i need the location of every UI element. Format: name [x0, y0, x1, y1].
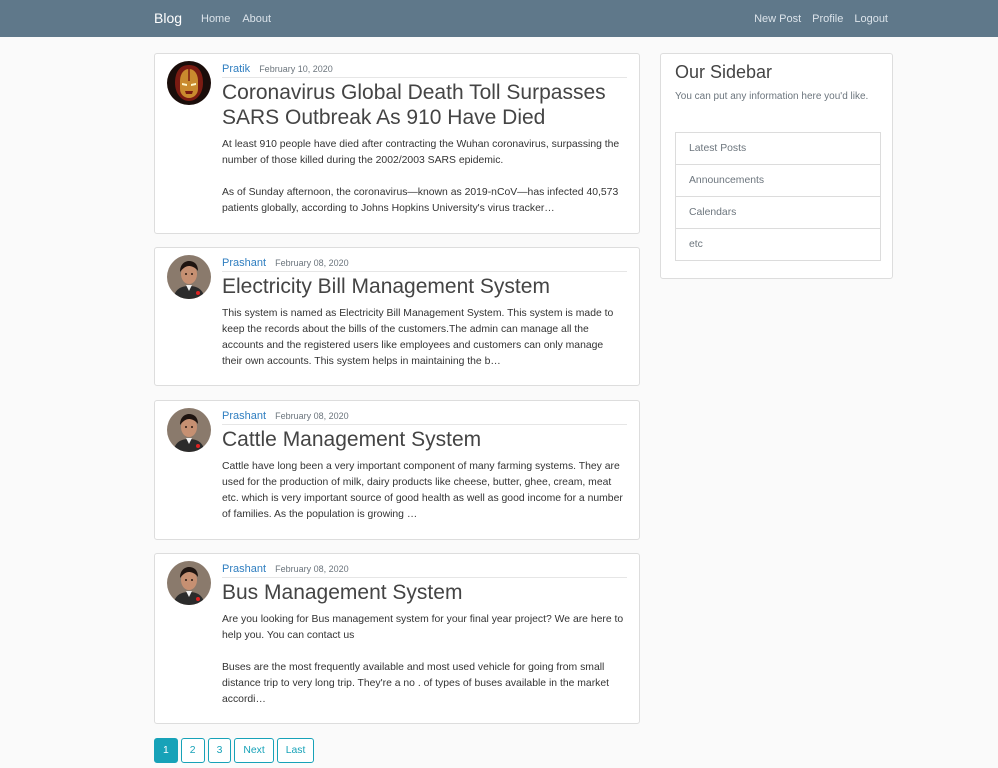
nav-new-post-link[interactable]: New Post: [754, 13, 801, 25]
user-avatar: [167, 561, 211, 605]
next-page-button[interactable]: Next: [234, 738, 274, 763]
post-title-link[interactable]: Cattle Management System: [222, 427, 627, 452]
sidebar: Our Sidebar You can put any information …: [660, 53, 893, 279]
sidebar-list: Latest Posts Announcements Calendars etc: [675, 132, 881, 261]
post-card: Prashant February 08, 2020 Bus Managemen…: [154, 553, 640, 724]
post-content: At least 910 people have died after cont…: [222, 137, 625, 217]
post-author-link[interactable]: Prashant: [222, 563, 266, 575]
navbar: Blog Home About New Post Profile Logout: [0, 0, 998, 37]
post-card: Prashant February 08, 2020 Electricity B…: [154, 247, 640, 386]
sidebar-item-latest-posts[interactable]: Latest Posts: [675, 132, 881, 165]
post-date: February 08, 2020: [275, 564, 349, 574]
post-meta: Prashant February 08, 2020: [222, 563, 627, 578]
post-paragraph: As of Sunday afternoon, the coronavirus—…: [222, 187, 619, 214]
post-card: Pratik February 10, 2020 Coronavirus Glo…: [154, 53, 640, 234]
post-date: February 10, 2020: [259, 64, 333, 74]
sidebar-item-announcements[interactable]: Announcements: [675, 164, 881, 197]
post-meta: Pratik February 10, 2020: [222, 63, 627, 78]
post-paragraph: This system is named as Electricity Bill…: [222, 308, 614, 367]
post-author-link[interactable]: Prashant: [222, 257, 266, 269]
pagination: 1 2 3 Next Last: [154, 738, 315, 763]
nav-home-link[interactable]: Home: [201, 13, 230, 25]
post-date: February 08, 2020: [275, 258, 349, 268]
post-paragraph: Are you looking for Bus management syste…: [222, 614, 624, 641]
post-date: February 08, 2020: [275, 411, 349, 421]
post-paragraph: Cattle have long been a very important c…: [222, 461, 623, 520]
brand-link[interactable]: Blog: [154, 10, 182, 26]
sidebar-description: You can put any information here you'd l…: [675, 91, 869, 102]
last-page-button[interactable]: Last: [276, 738, 315, 763]
user-avatar: [167, 408, 211, 452]
post-title-link[interactable]: Electricity Bill Management System: [222, 274, 627, 299]
sidebar-title: Our Sidebar: [675, 62, 773, 82]
ironman-avatar: [167, 61, 211, 105]
post-card: Prashant February 08, 2020 Cattle Manage…: [154, 400, 640, 540]
post-title-link[interactable]: Coronavirus Global Death Toll Surpasses …: [222, 80, 627, 130]
post-paragraph: Buses are the most frequently available …: [222, 662, 610, 705]
nav-right: New Post Profile Logout: [754, 13, 888, 25]
page-2-button[interactable]: 2: [180, 738, 205, 763]
post-author-link[interactable]: Prashant: [222, 410, 266, 422]
page-3-button[interactable]: 3: [207, 738, 232, 763]
page-1-button[interactable]: 1: [154, 738, 178, 763]
post-title-link[interactable]: Bus Management System: [222, 580, 627, 605]
post-content: Cattle have long been a very important c…: [222, 459, 625, 523]
nav-about-link[interactable]: About: [242, 13, 271, 25]
post-content: This system is named as Electricity Bill…: [222, 306, 625, 370]
post-meta: Prashant February 08, 2020: [222, 257, 627, 272]
sidebar-item-etc[interactable]: etc: [675, 228, 881, 261]
post-paragraph: At least 910 people have died after cont…: [222, 139, 620, 166]
post-meta: Prashant February 08, 2020: [222, 410, 627, 425]
post-author-link[interactable]: Pratik: [222, 63, 250, 75]
post-content: Are you looking for Bus management syste…: [222, 612, 625, 708]
nav-logout-link[interactable]: Logout: [854, 13, 888, 25]
user-avatar: [167, 255, 211, 299]
nav-profile-link[interactable]: Profile: [812, 13, 843, 25]
nav-left: Home About: [201, 13, 271, 25]
sidebar-item-calendars[interactable]: Calendars: [675, 196, 881, 229]
